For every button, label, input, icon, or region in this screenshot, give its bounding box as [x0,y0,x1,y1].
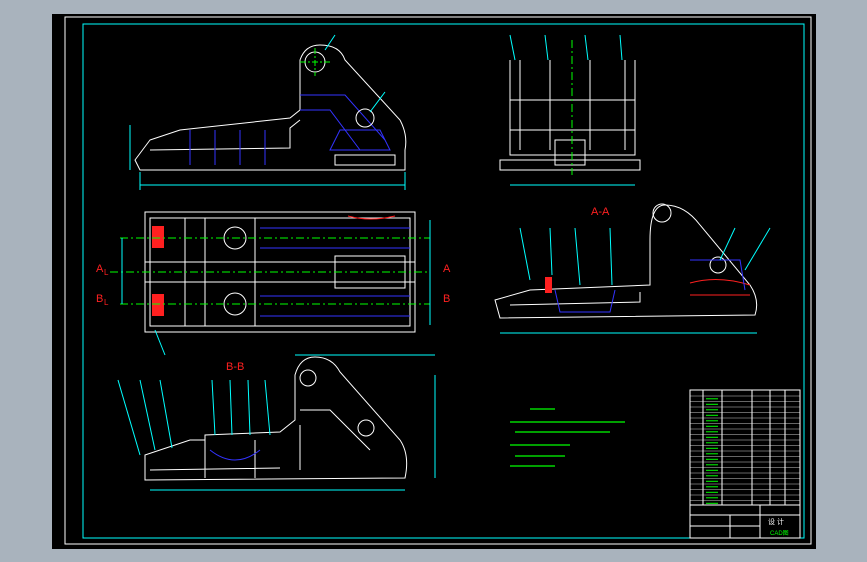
section-marker-b-left: B [96,293,103,305]
section-marker-b-right: B [443,293,450,305]
cad-viewport[interactable]: 设 计 CAD图 A-A B-B A L B L A B [0,0,867,562]
section-label-bb: B-B [226,361,244,373]
title-caption-2: CAD图 [770,530,789,537]
section-marker-a-left: A [96,263,104,275]
section-label-aa: A-A [591,206,610,218]
section-marker-a-left-sub: L [104,268,109,277]
section-marker-a-right: A [443,263,451,275]
section-marker-b-left-sub: L [104,298,109,307]
title-caption-1: 设 计 [768,517,784,526]
